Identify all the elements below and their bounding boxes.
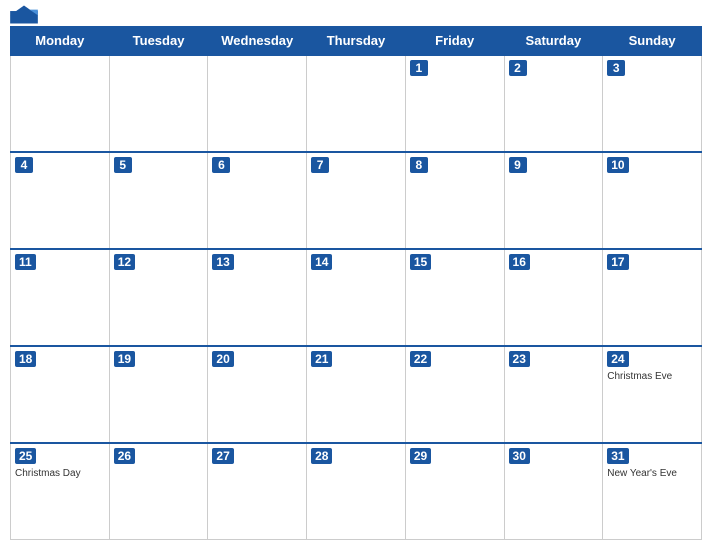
calendar-cell: 17: [603, 249, 702, 346]
calendar-cell: 12: [109, 249, 208, 346]
logo-icon: [10, 6, 38, 24]
calendar-cell: 29: [405, 443, 504, 540]
day-number: 30: [509, 448, 530, 464]
day-number: 10: [607, 157, 628, 173]
day-number: 1: [410, 60, 428, 76]
day-number: 20: [212, 351, 233, 367]
day-number: 25: [15, 448, 36, 464]
calendar-cell: 4: [11, 152, 110, 249]
weekday-tuesday: Tuesday: [109, 27, 208, 56]
day-number: 11: [15, 254, 36, 270]
weekday-saturday: Saturday: [504, 27, 603, 56]
calendar-cell: [208, 55, 307, 152]
calendar-cell: 30: [504, 443, 603, 540]
calendar-cell: 14: [307, 249, 406, 346]
calendar-cell: 9: [504, 152, 603, 249]
calendar-cell: 3: [603, 55, 702, 152]
week-row-1: 1 2 3: [11, 55, 702, 152]
day-number: 18: [15, 351, 36, 367]
calendar-cell: 7: [307, 152, 406, 249]
day-number: 26: [114, 448, 135, 464]
day-number: 3: [607, 60, 625, 76]
calendar-cell: 13: [208, 249, 307, 346]
day-number: 27: [212, 448, 233, 464]
calendar-cell: 15: [405, 249, 504, 346]
calendar-cell: 19: [109, 346, 208, 443]
calendar-header: [10, 10, 702, 20]
calendar-cell: 2: [504, 55, 603, 152]
day-number: 17: [607, 254, 628, 270]
weekday-thursday: Thursday: [307, 27, 406, 56]
calendar-cell: 8: [405, 152, 504, 249]
day-number: 15: [410, 254, 431, 270]
day-number: 28: [311, 448, 332, 464]
day-number: 2: [509, 60, 527, 76]
day-number: 24: [607, 351, 628, 367]
calendar-cell: 28: [307, 443, 406, 540]
calendar-cell: 25 Christmas Day: [11, 443, 110, 540]
week-row-2: 4 5 6 7 8 9 10: [11, 152, 702, 249]
day-number: 13: [212, 254, 233, 270]
calendar-cell: 6: [208, 152, 307, 249]
calendar-cell: 16: [504, 249, 603, 346]
calendar-cell: 1: [405, 55, 504, 152]
day-number: 16: [509, 254, 530, 270]
weekday-header-row: MondayTuesdayWednesdayThursdayFridaySatu…: [11, 27, 702, 56]
calendar-cell: 26: [109, 443, 208, 540]
day-number: 22: [410, 351, 431, 367]
week-row-3: 11 12 13 14 15 16 17: [11, 249, 702, 346]
day-number: 7: [311, 157, 329, 173]
day-number: 9: [509, 157, 527, 173]
calendar-cell: 31 New Year's Eve: [603, 443, 702, 540]
calendar-cell: [11, 55, 110, 152]
day-number: 29: [410, 448, 431, 464]
day-number: 8: [410, 157, 428, 173]
weekday-sunday: Sunday: [603, 27, 702, 56]
day-number: 12: [114, 254, 135, 270]
event-label: New Year's Eve: [607, 468, 697, 480]
weekday-friday: Friday: [405, 27, 504, 56]
day-number: 4: [15, 157, 33, 173]
calendar-table: MondayTuesdayWednesdayThursdayFridaySatu…: [10, 26, 702, 540]
event-label: Christmas Day: [15, 468, 105, 480]
calendar-cell: [109, 55, 208, 152]
day-number: 23: [509, 351, 530, 367]
calendar-cell: 23: [504, 346, 603, 443]
weekday-monday: Monday: [11, 27, 110, 56]
calendar-cell: 21: [307, 346, 406, 443]
calendar-wrapper: MondayTuesdayWednesdayThursdayFridaySatu…: [10, 10, 702, 540]
weekday-wednesday: Wednesday: [208, 27, 307, 56]
calendar-cell: 10: [603, 152, 702, 249]
logo: [10, 6, 38, 25]
day-number: 6: [212, 157, 230, 173]
calendar-cell: 18: [11, 346, 110, 443]
calendar-cell: 22: [405, 346, 504, 443]
calendar-cell: [307, 55, 406, 152]
week-row-5: 25 Christmas Day 26 27 28 29 30 31 New Year's Ev…: [11, 443, 702, 540]
calendar-cell: 11: [11, 249, 110, 346]
calendar-cell: 20: [208, 346, 307, 443]
day-number: 31: [607, 448, 628, 464]
calendar-cell: 24 Christmas Eve: [603, 346, 702, 443]
week-row-4: 18 19 20 21 22 23 24 Christmas Eve: [11, 346, 702, 443]
day-number: 5: [114, 157, 132, 173]
event-label: Christmas Eve: [607, 371, 697, 383]
day-number: 21: [311, 351, 332, 367]
day-number: 14: [311, 254, 332, 270]
calendar-cell: 5: [109, 152, 208, 249]
day-number: 19: [114, 351, 135, 367]
calendar-cell: 27: [208, 443, 307, 540]
